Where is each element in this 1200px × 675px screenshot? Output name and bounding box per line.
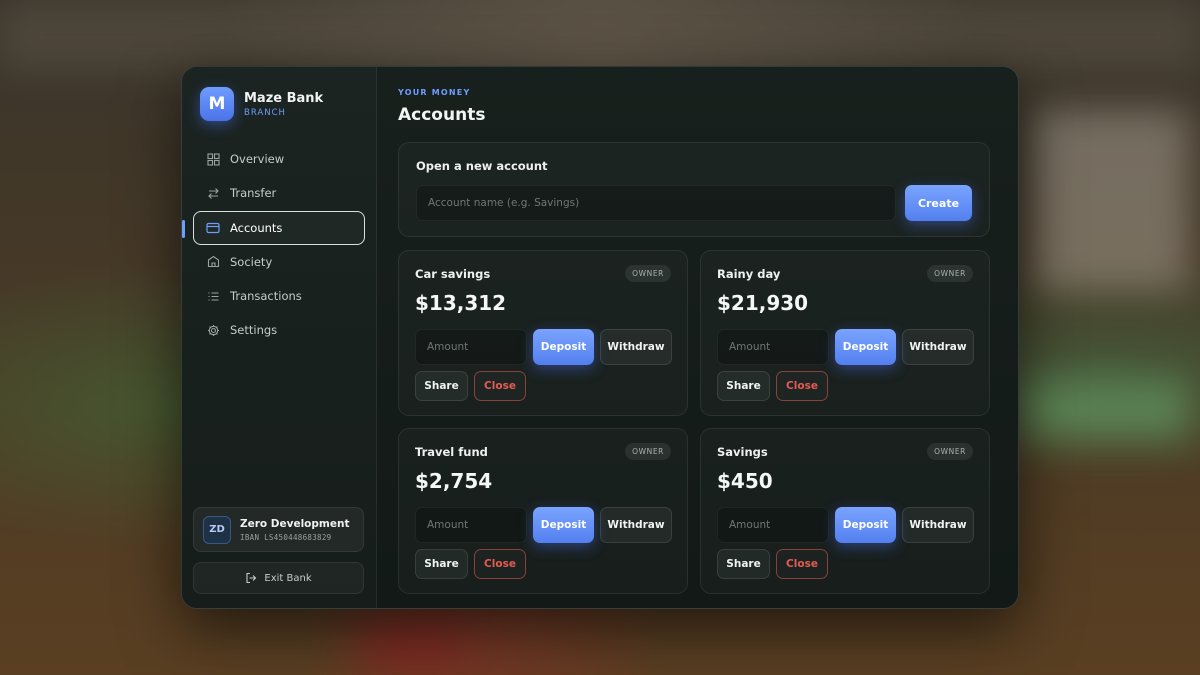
owner-badge: OWNER: [625, 265, 671, 282]
gear-icon: [206, 323, 220, 337]
deposit-button[interactable]: Deposit: [533, 329, 594, 365]
owner-badge: OWNER: [927, 265, 973, 282]
open-account-title: Open a new account: [416, 159, 548, 173]
share-button[interactable]: Share: [415, 371, 468, 401]
amount-input[interactable]: [717, 329, 829, 365]
sidebar: M Maze Bank BRANCH Overview Transfer Acc…: [182, 67, 377, 608]
exit-icon: [245, 572, 257, 584]
account-card-savings: Savings OWNER $450 Deposit Withdraw Shar…: [700, 428, 990, 594]
sidebar-item-accounts[interactable]: Accounts: [182, 210, 365, 245]
open-account-panel: Open a new account Create: [398, 142, 990, 237]
withdraw-button[interactable]: Withdraw: [902, 507, 974, 543]
page-eyebrow: YOUR MONEY: [398, 88, 471, 97]
account-balance: $13,312: [415, 291, 507, 315]
profile-name: Zero Development: [240, 517, 350, 530]
deposit-button[interactable]: Deposit: [533, 507, 594, 543]
create-account-button[interactable]: Create: [905, 185, 972, 221]
brand: M Maze Bank BRANCH: [200, 87, 323, 121]
brand-name: Maze Bank: [244, 90, 324, 106]
background-window: [1030, 110, 1190, 290]
owner-badge: OWNER: [927, 443, 973, 460]
withdraw-button[interactable]: Withdraw: [902, 329, 974, 365]
sidebar-item-label: Settings: [230, 323, 278, 338]
amount-input[interactable]: [415, 507, 527, 543]
card-icon: [206, 221, 220, 235]
main-content: YOUR MONEY Accounts Open a new account C…: [377, 67, 1018, 608]
account-card-travel-fund: Travel fund OWNER $2,754 Deposit Withdra…: [398, 428, 688, 594]
grid-icon: [206, 152, 220, 166]
account-balance: $450: [717, 469, 773, 493]
bank-building-icon: [206, 255, 220, 269]
amount-input[interactable]: [415, 329, 527, 365]
account-balance: $21,930: [717, 291, 809, 315]
amount-input[interactable]: [717, 507, 829, 543]
sidebar-item-label: Accounts: [230, 220, 283, 235]
account-name: Savings: [717, 445, 768, 459]
transfer-arrows-icon: [206, 186, 220, 200]
sidebar-item-settings[interactable]: Settings: [193, 313, 365, 347]
account-name-input[interactable]: [416, 185, 896, 221]
sidebar-item-label: Transfer: [230, 186, 277, 201]
sidebar-item-label: Transactions: [230, 289, 302, 304]
close-account-button[interactable]: Close: [776, 371, 828, 401]
sidebar-item-society[interactable]: Society: [193, 245, 365, 279]
background-red-object: [360, 615, 460, 675]
brand-logo: M: [200, 87, 234, 121]
sidebar-item-label: Overview: [230, 152, 285, 166]
background-top: [0, 0, 1200, 70]
sidebar-nav: Overview Transfer Accounts Society Trans…: [182, 142, 365, 348]
sidebar-item-overview[interactable]: Overview: [193, 142, 365, 176]
account-name: Travel fund: [415, 445, 488, 459]
share-button[interactable]: Share: [717, 549, 770, 579]
account-name: Car savings: [415, 267, 491, 281]
profile-card: ZD Zero Development IBAN LS450448683829: [193, 507, 364, 552]
sidebar-item-transfer[interactable]: Transfer: [193, 176, 365, 210]
account-card-car-savings: Car savings OWNER $13,312 Deposit Withdr…: [398, 250, 688, 416]
sidebar-item-label: Society: [230, 254, 273, 269]
brand-subtitle: BRANCH: [244, 107, 286, 118]
profile-iban: IBAN LS450448683829: [240, 532, 332, 542]
list-icon: [206, 289, 220, 303]
close-account-button[interactable]: Close: [474, 371, 526, 401]
deposit-button[interactable]: Deposit: [835, 507, 896, 543]
owner-badge: OWNER: [625, 443, 671, 460]
exit-bank-button[interactable]: Exit Bank: [193, 562, 364, 594]
account-card-rainy-day: Rainy day OWNER $21,930 Deposit Withdraw…: [700, 250, 990, 416]
share-button[interactable]: Share: [717, 371, 770, 401]
account-name: Rainy day: [717, 267, 781, 281]
background-green-light: [1020, 380, 1190, 440]
avatar: ZD: [203, 515, 231, 544]
deposit-button[interactable]: Deposit: [835, 329, 896, 365]
account-balance: $2,754: [415, 469, 493, 493]
withdraw-button[interactable]: Withdraw: [600, 507, 672, 543]
sidebar-item-transactions[interactable]: Transactions: [193, 279, 365, 313]
share-button[interactable]: Share: [415, 549, 468, 579]
close-account-button[interactable]: Close: [474, 549, 526, 579]
active-indicator: [182, 219, 185, 238]
bank-app-window: M Maze Bank BRANCH Overview Transfer Acc…: [181, 66, 1019, 609]
withdraw-button[interactable]: Withdraw: [600, 329, 672, 365]
page-title: Accounts: [398, 105, 486, 125]
close-account-button[interactable]: Close: [776, 549, 828, 579]
exit-label: Exit Bank: [264, 572, 312, 584]
